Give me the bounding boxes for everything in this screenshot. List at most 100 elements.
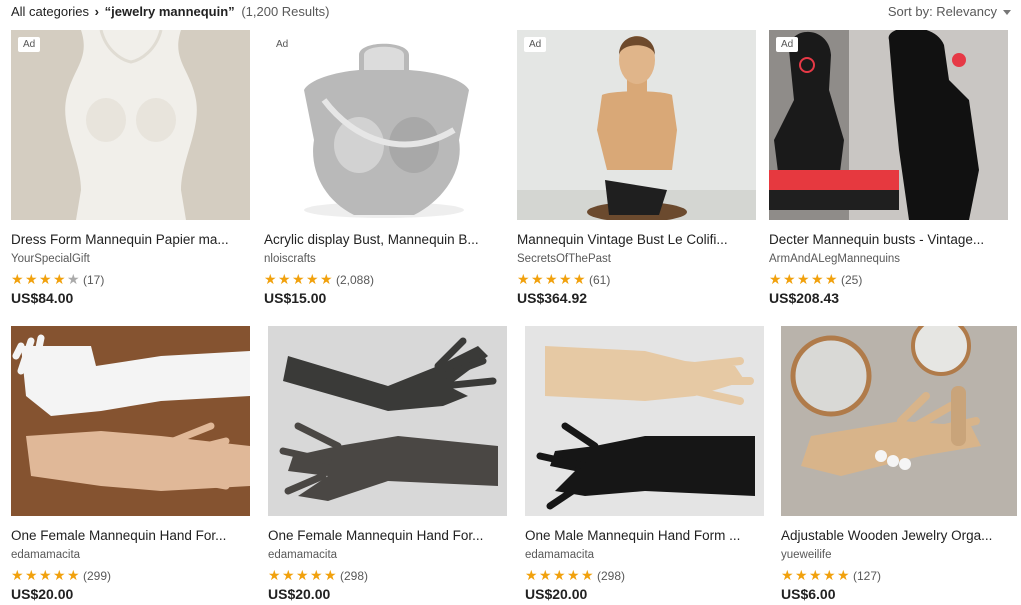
listing-title[interactable]: One Male Mannequin Hand Form ... bbox=[525, 528, 764, 543]
rating: ★★★★★ (61) bbox=[517, 271, 611, 288]
listing-title[interactable]: One Female Mannequin Hand For... bbox=[11, 528, 250, 543]
star-icon: ★ bbox=[553, 567, 566, 584]
review-count: (17) bbox=[83, 272, 105, 287]
rating: ★★★★★ (298) bbox=[268, 568, 369, 583]
star-icon: ★ bbox=[811, 271, 824, 288]
star-rating: ★★★★★ bbox=[525, 568, 595, 583]
star-icon: ★ bbox=[539, 567, 552, 584]
sort-label: Sort by: Relevancy bbox=[887, 4, 997, 19]
star-icon: ★ bbox=[531, 271, 544, 288]
listing-image[interactable] bbox=[525, 326, 764, 516]
breadcrumb-separator: › bbox=[94, 4, 100, 19]
rating: ★★★★★ (299) bbox=[11, 568, 111, 583]
star-icon: ★ bbox=[769, 271, 782, 288]
price: US$20.00 bbox=[525, 586, 588, 602]
star-icon: ★ bbox=[573, 271, 586, 288]
price: US$15.00 bbox=[264, 290, 327, 306]
ad-badge: Ad bbox=[271, 37, 294, 52]
shop-name: edamamacita bbox=[268, 549, 338, 561]
listing-image[interactable] bbox=[268, 326, 507, 516]
star-icon: ★ bbox=[324, 567, 337, 584]
listing-image[interactable]: Ad bbox=[264, 30, 503, 220]
star-icon: ★ bbox=[67, 271, 80, 288]
shop-name: ArmAndALegMannequins bbox=[769, 253, 901, 265]
sort-dropdown[interactable]: Sort by: Relevancy bbox=[888, 4, 1011, 19]
star-icon: ★ bbox=[282, 567, 295, 584]
rating: ★★★★★ (25) bbox=[769, 272, 863, 287]
caret-down-icon bbox=[1003, 10, 1011, 16]
star-icon: ★ bbox=[296, 567, 309, 584]
shop-name: YourSpecialGift bbox=[11, 253, 90, 265]
star-rating: ★★★★★ bbox=[769, 272, 839, 287]
price: US$20.00 bbox=[11, 586, 74, 602]
star-icon: ★ bbox=[781, 567, 794, 584]
listing-title[interactable]: Acrylic display Bust, Mannequin B... bbox=[264, 232, 503, 247]
star-rating: ★★★★★ bbox=[11, 568, 81, 583]
listing-image[interactable] bbox=[11, 326, 250, 516]
listing-card[interactable]: Adjustable Wooden Jewelry Orga... yuewei… bbox=[781, 326, 1017, 604]
price: US$208.43 bbox=[769, 290, 840, 306]
star-icon: ★ bbox=[320, 271, 333, 288]
listing-card[interactable]: Ad Decter Mannequin busts - Vintage... A… bbox=[769, 30, 1008, 308]
dress-form-image bbox=[11, 30, 250, 220]
price: US$84.00 bbox=[11, 290, 74, 306]
star-icon: ★ bbox=[25, 567, 38, 584]
review-count: (298) bbox=[597, 568, 626, 583]
listing-title[interactable]: One Female Mannequin Hand For... bbox=[268, 528, 507, 543]
star-icon: ★ bbox=[559, 271, 572, 288]
listing-card[interactable]: One Female Mannequin Hand For... edamama… bbox=[268, 326, 507, 604]
shop-name: SecretsOfThePast bbox=[517, 253, 611, 265]
listing-card[interactable]: Ad Mannequin Vintage Bust Le Colifi... S… bbox=[517, 30, 756, 308]
star-icon: ★ bbox=[525, 567, 538, 584]
listing-image[interactable]: Ad bbox=[517, 30, 756, 220]
listing-title[interactable]: Decter Mannequin busts - Vintage... bbox=[769, 232, 1008, 247]
star-rating: ★★★★★ bbox=[781, 568, 851, 583]
female-hands-image bbox=[11, 326, 250, 516]
male-hands-image bbox=[525, 326, 764, 516]
listing-card[interactable]: One Female Mannequin Hand For... edamama… bbox=[11, 326, 250, 604]
ad-badge: Ad bbox=[524, 37, 547, 52]
star-icon: ★ bbox=[25, 271, 38, 288]
rating: ★★★★★ (298) bbox=[525, 568, 626, 583]
breadcrumb: All categories › “jewelry mannequin” (1,… bbox=[11, 4, 329, 19]
vintage-bust-image bbox=[517, 30, 756, 220]
star-rating: ★★★★★ bbox=[264, 272, 334, 287]
review-count: (61) bbox=[589, 272, 611, 287]
star-icon: ★ bbox=[837, 567, 850, 584]
review-count: (298) bbox=[340, 568, 369, 583]
listing-image[interactable] bbox=[781, 326, 1017, 516]
result-count: (1,200 Results) bbox=[241, 4, 330, 19]
shop-name: edamamacita bbox=[11, 549, 81, 561]
listing-image[interactable]: Ad bbox=[11, 30, 250, 220]
listing-title[interactable]: Dress Form Mannequin Papier ma... bbox=[11, 232, 250, 247]
star-icon: ★ bbox=[517, 271, 530, 288]
rating: ★★★★★ (127) bbox=[781, 568, 882, 583]
star-icon: ★ bbox=[268, 567, 281, 584]
review-count: (2,088) bbox=[336, 272, 375, 287]
breadcrumb-all-categories-link[interactable]: All categories bbox=[11, 4, 89, 19]
review-count: (25) bbox=[841, 272, 863, 287]
listing-card[interactable]: One Male Mannequin Hand Form ... edamama… bbox=[525, 326, 764, 604]
star-icon: ★ bbox=[823, 567, 836, 584]
listing-title[interactable]: Mannequin Vintage Bust Le Colifi... bbox=[517, 232, 756, 247]
star-icon: ★ bbox=[545, 271, 558, 288]
ad-badge: Ad bbox=[776, 37, 799, 52]
listing-image[interactable]: Ad bbox=[769, 30, 1008, 220]
rating: ★★★★★ (2,088) bbox=[264, 272, 375, 287]
star-icon: ★ bbox=[264, 271, 277, 288]
star-icon: ★ bbox=[39, 567, 52, 584]
listing-card[interactable]: Ad Acrylic display Bust, Mannequin B... … bbox=[264, 30, 503, 308]
star-icon: ★ bbox=[53, 567, 66, 584]
listing-title[interactable]: Adjustable Wooden Jewelry Orga... bbox=[781, 528, 1017, 543]
star-rating: ★★★★★ bbox=[268, 568, 338, 583]
price: US$20.00 bbox=[268, 586, 331, 602]
listing-card[interactable]: Ad Dress Form Mannequin Papier ma... You… bbox=[11, 30, 250, 308]
star-icon: ★ bbox=[306, 271, 319, 288]
results-header: All categories › “jewelry mannequin” (1,… bbox=[11, 4, 1011, 22]
review-count: (127) bbox=[853, 568, 882, 583]
star-icon: ★ bbox=[11, 567, 24, 584]
star-icon: ★ bbox=[53, 271, 66, 288]
star-icon: ★ bbox=[809, 567, 822, 584]
shop-name: edamamacita bbox=[525, 549, 595, 561]
ad-badge: Ad bbox=[18, 37, 41, 52]
